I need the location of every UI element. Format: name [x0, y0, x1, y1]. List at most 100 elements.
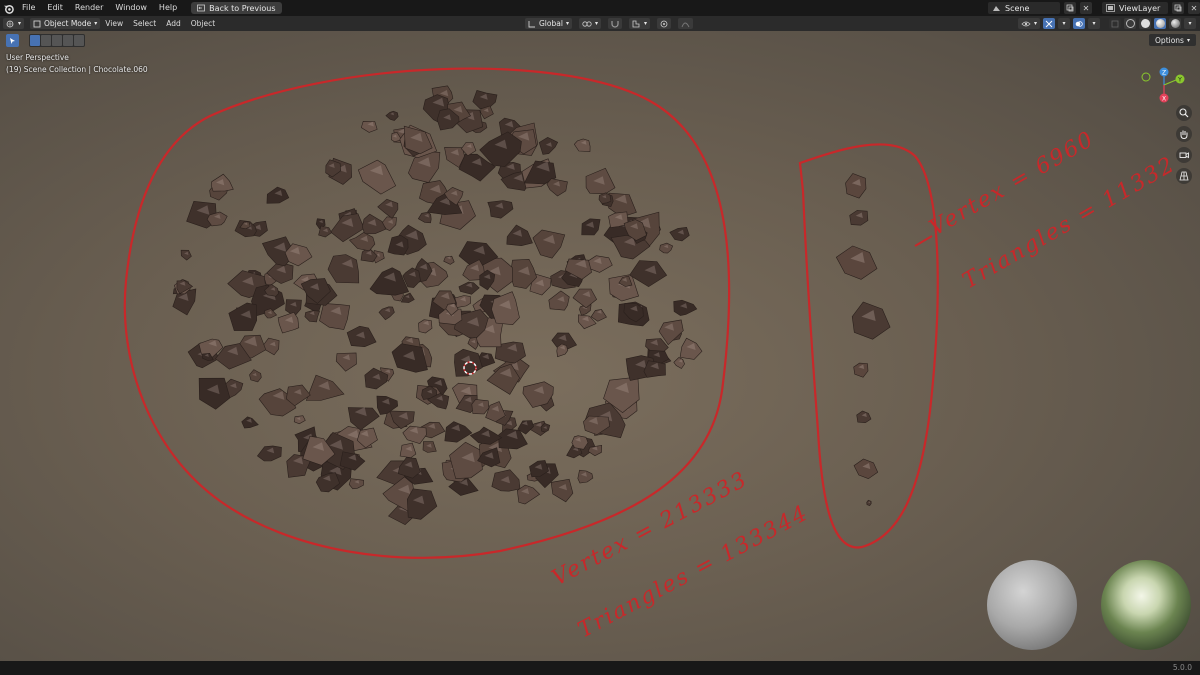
- chocolate-chunk[interactable]: [673, 357, 685, 369]
- menu-render[interactable]: Render: [69, 0, 109, 16]
- new-scene-button[interactable]: [1064, 2, 1076, 14]
- lod-chunk-column[interactable]: [835, 173, 891, 507]
- chocolate-chunk[interactable]: [418, 319, 433, 334]
- header-menu-view[interactable]: View: [100, 19, 128, 28]
- zoom-button[interactable]: [1176, 105, 1192, 121]
- header-menu-object[interactable]: Object: [186, 19, 220, 28]
- select-invert-button[interactable]: [63, 35, 73, 46]
- object-mode-dropdown[interactable]: Object Mode ▾: [30, 18, 101, 29]
- chocolate-chunk[interactable]: [573, 138, 591, 152]
- new-view-layer-button[interactable]: [1172, 2, 1184, 14]
- chocolate-chunk[interactable]: [241, 416, 259, 429]
- chocolate-chunk[interactable]: [277, 311, 300, 334]
- chocolate-chunk[interactable]: [516, 484, 541, 505]
- chocolate-chunk[interactable]: [417, 211, 432, 224]
- chocolate-chunk[interactable]: [546, 178, 568, 197]
- chocolate-chunk[interactable]: [319, 303, 351, 330]
- chocolate-chunk[interactable]: [369, 267, 410, 296]
- chocolate-chunk[interactable]: [360, 120, 378, 133]
- lod-chunk[interactable]: [851, 301, 891, 340]
- chocolate-chunk[interactable]: [444, 421, 473, 443]
- snap-toggle[interactable]: [607, 18, 622, 29]
- shading-solid-button[interactable]: [1139, 18, 1151, 29]
- proportional-editing-toggle[interactable]: [656, 18, 671, 29]
- header-menu-add[interactable]: Add: [161, 19, 186, 28]
- editor-type-button[interactable]: ▾: [3, 18, 25, 29]
- gizmo-toggle[interactable]: [1043, 18, 1055, 29]
- select-tool-button[interactable]: [6, 34, 19, 47]
- 3d-viewport[interactable]: Vertex = 213333 Triangles = 133344 Vertex …: [0, 31, 1200, 661]
- select-extend-button[interactable]: [41, 35, 51, 46]
- chocolate-chunk[interactable]: [335, 352, 357, 372]
- camera-view-button[interactable]: [1176, 147, 1192, 163]
- chocolate-chunk[interactable]: [643, 360, 666, 378]
- chocolate-chunk[interactable]: [327, 254, 360, 284]
- select-subtract-button[interactable]: [52, 35, 62, 46]
- select-intersect-button[interactable]: [74, 35, 84, 46]
- select-new-button[interactable]: [30, 35, 40, 46]
- chocolate-chunk[interactable]: [550, 478, 574, 503]
- chocolate-chunk[interactable]: [471, 399, 490, 415]
- chocolate-chunk[interactable]: [399, 442, 417, 459]
- chocolate-chunk[interactable]: [548, 290, 570, 311]
- chocolate-chunk[interactable]: [669, 226, 690, 242]
- menu-window[interactable]: Window: [109, 0, 153, 16]
- chocolate-chunk[interactable]: [266, 186, 290, 204]
- options-dropdown[interactable]: Options ▾: [1149, 34, 1196, 46]
- falloff-dropdown[interactable]: [677, 18, 693, 29]
- chocolate-chunk[interactable]: [348, 478, 364, 490]
- chocolate-chunk[interactable]: [679, 337, 703, 360]
- chocolate-chunk[interactable]: [673, 299, 698, 316]
- scene-selector[interactable]: Scene: [988, 2, 1060, 14]
- chocolate-chunk[interactable]: [472, 90, 498, 110]
- chocolate-chunk[interactable]: [487, 200, 514, 219]
- overlays-toggle[interactable]: [1073, 18, 1085, 29]
- perspective-toggle-button[interactable]: [1176, 168, 1192, 184]
- view-layer-selector[interactable]: ViewLayer: [1102, 2, 1168, 14]
- chocolate-chunk[interactable]: [467, 336, 479, 350]
- chocolate-chunk[interactable]: [598, 192, 612, 204]
- chocolate-chunk[interactable]: [577, 469, 594, 484]
- chocolate-chunk[interactable]: [256, 445, 282, 462]
- chocolate-chunk[interactable]: [377, 198, 399, 219]
- chocolate-chunk[interactable]: [572, 288, 598, 309]
- lod-chunk[interactable]: [845, 173, 867, 199]
- remove-scene-button[interactable]: ✕: [1080, 2, 1092, 14]
- chocolate-chunk[interactable]: [659, 242, 674, 254]
- chocolate-chunk[interactable]: [228, 302, 258, 331]
- visibility-dropdown[interactable]: ▾: [1017, 18, 1040, 29]
- xray-toggle[interactable]: [1109, 18, 1121, 29]
- snap-target-dropdown[interactable]: ▾: [628, 18, 650, 29]
- chocolate-chunk[interactable]: [629, 260, 668, 288]
- menu-edit[interactable]: Edit: [41, 0, 69, 16]
- header-menu-select[interactable]: Select: [128, 19, 161, 28]
- shading-wireframe-button[interactable]: [1124, 18, 1136, 29]
- chocolate-chunk[interactable]: [318, 225, 332, 238]
- chocolate-chunk[interactable]: [180, 249, 192, 261]
- pan-button[interactable]: [1176, 126, 1192, 142]
- lod-chunk[interactable]: [835, 245, 878, 280]
- chocolate-chunk[interactable]: [357, 159, 397, 195]
- chocolate-chunk[interactable]: [378, 306, 395, 321]
- menu-help[interactable]: Help: [153, 0, 183, 16]
- chocolate-chunk-cluster[interactable]: [172, 85, 703, 525]
- shading-rendered-button[interactable]: [1169, 18, 1181, 29]
- shading-material-button[interactable]: [1154, 18, 1166, 29]
- lod-chunk[interactable]: [856, 410, 872, 424]
- chocolate-chunk[interactable]: [581, 218, 601, 236]
- lod-chunk[interactable]: [866, 499, 872, 507]
- lod-chunk[interactable]: [853, 458, 879, 480]
- blender-logo-icon[interactable]: [0, 0, 16, 16]
- chocolate-chunk[interactable]: [538, 137, 559, 155]
- lod-chunk[interactable]: [853, 362, 869, 378]
- orientation-dropdown[interactable]: Global ▾: [525, 18, 572, 29]
- pivot-point-dropdown[interactable]: ▾: [578, 18, 601, 29]
- back-to-previous-button[interactable]: Back to Previous: [191, 2, 282, 14]
- lod-chunk[interactable]: [849, 210, 869, 226]
- chocolate-chunk[interactable]: [198, 377, 231, 410]
- neg-y-axis-handle[interactable]: [1141, 72, 1151, 82]
- shading-dropdown[interactable]: ▾: [1184, 18, 1196, 29]
- menu-file[interactable]: File: [16, 0, 41, 16]
- remove-view-layer-button[interactable]: ✕: [1188, 2, 1200, 14]
- chocolate-chunk[interactable]: [449, 441, 483, 479]
